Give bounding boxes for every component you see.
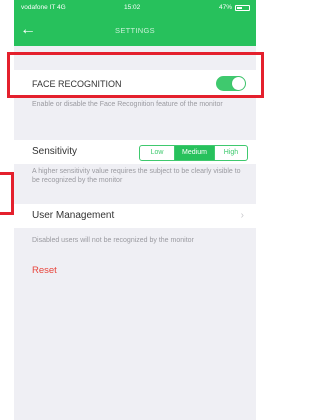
battery-percent: 47%: [218, 4, 232, 11]
user-management-label: User Management: [32, 210, 115, 221]
page-title: SETTINGS: [115, 26, 155, 35]
chevron-right-icon: ›: [240, 210, 244, 221]
carrier-label: vodafone IT 4G: [21, 4, 66, 11]
clock: 15:02: [124, 4, 141, 11]
sensitivity-label: Sensitivity: [32, 146, 78, 157]
reset-button[interactable]: Reset: [32, 265, 57, 276]
status-bar: vodafone IT 4G 15:02 47%: [14, 0, 256, 16]
battery-indicator: 47%: [219, 4, 250, 11]
sensitivity-option-high[interactable]: High: [215, 146, 247, 160]
annotation-highlight-box: [7, 52, 264, 98]
face-recognition-description: Enable or disable the Face Recognition f…: [32, 101, 223, 108]
sensitivity-row: Sensitivity Low Medium High: [14, 140, 256, 164]
annotation-left-bracket: [0, 172, 14, 215]
user-management-row[interactable]: User Management ›: [14, 204, 256, 228]
sensitivity-segmented-control: Low Medium High: [139, 145, 248, 161]
user-management-description: Disabled users will not be recognized by…: [32, 237, 194, 244]
nav-bar: ← SETTINGS: [14, 16, 256, 46]
sensitivity-option-low[interactable]: Low: [140, 146, 175, 160]
battery-icon: [235, 4, 250, 11]
sensitivity-option-medium[interactable]: Medium: [175, 146, 215, 160]
sensitivity-description: A higher sensitivity value requires the …: [32, 168, 241, 184]
